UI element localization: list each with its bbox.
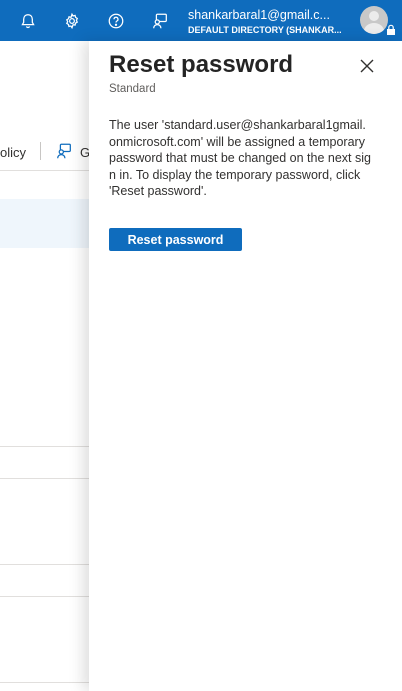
- toolbar-separator: [40, 142, 41, 160]
- feedback-person-icon[interactable]: [148, 9, 172, 33]
- reset-password-panel: Reset password Standard The user 'standa…: [89, 41, 402, 691]
- account-email: shankarbaral1@gmail.c...: [188, 8, 330, 22]
- account-directory: DEFAULT DIRECTORY (SHANKAR...: [188, 25, 342, 35]
- reset-password-description: The user 'standard.user@shankarbaral1gma…: [109, 118, 371, 198]
- notifications-bell-icon[interactable]: [16, 9, 40, 33]
- close-icon[interactable]: [357, 56, 377, 76]
- avatar[interactable]: [360, 6, 388, 34]
- lock-icon: [387, 24, 395, 35]
- divider: [0, 170, 90, 171]
- divider: [0, 596, 90, 597]
- top-navigation-bar: shankarbaral1@gmail.c... DEFAULT DIRECTO…: [0, 0, 402, 41]
- panel-title: Reset password: [109, 51, 294, 78]
- reset-password-button[interactable]: Reset password: [109, 228, 242, 251]
- divider: [0, 682, 90, 683]
- selected-row[interactable]: [0, 199, 90, 248]
- help-question-icon[interactable]: [104, 9, 128, 33]
- toolbar-policy-fragment[interactable]: olicy: [0, 145, 26, 160]
- divider: [0, 446, 90, 447]
- divider: [0, 478, 90, 479]
- feedback-person-icon[interactable]: [55, 142, 73, 160]
- settings-gear-icon[interactable]: [60, 9, 84, 33]
- account-info[interactable]: shankarbaral1@gmail.c... DEFAULT DIRECTO…: [188, 8, 356, 36]
- panel-subtitle: Standard: [109, 83, 156, 95]
- divider: [0, 564, 90, 565]
